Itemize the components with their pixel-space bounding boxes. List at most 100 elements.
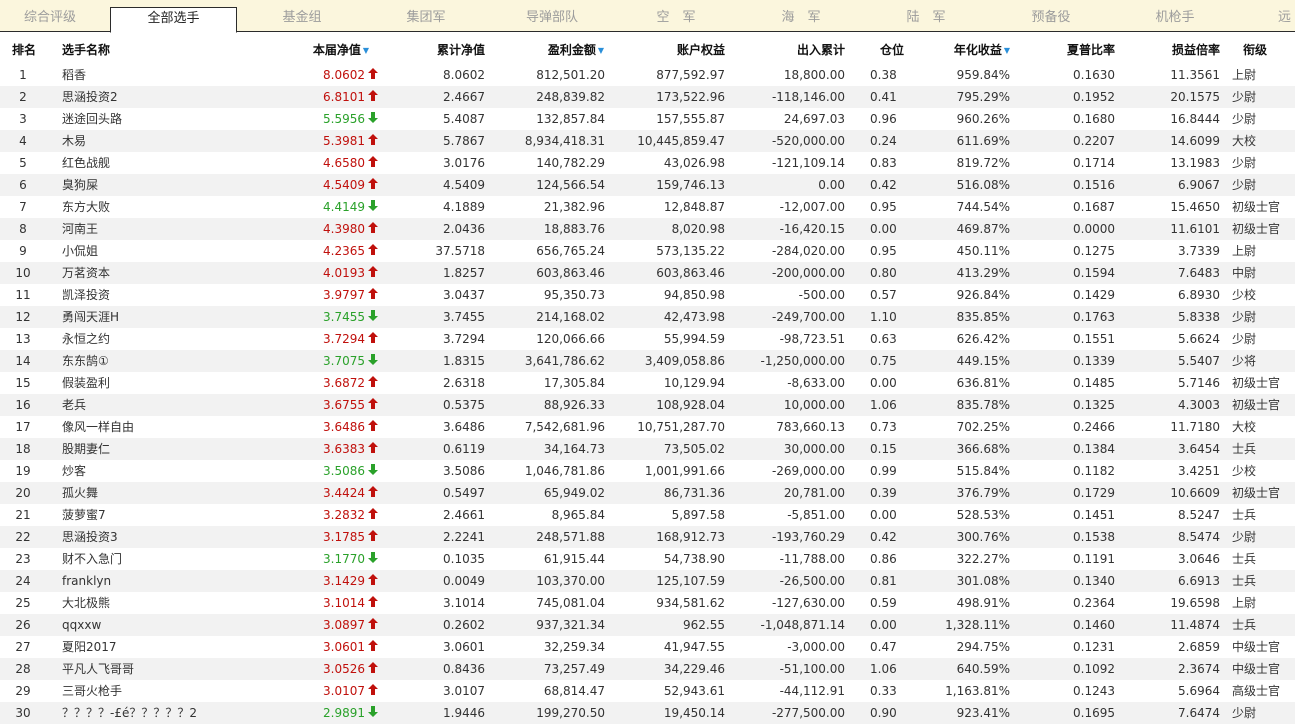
arrow-down-icon <box>367 702 379 724</box>
col-header-name[interactable]: 选手名称 <box>62 41 232 58</box>
player-name-link[interactable]: 臭狗屎 <box>62 174 232 196</box>
col-header-equity[interactable]: 账户权益 <box>610 41 725 58</box>
pl-ratio: 8.5247 <box>1178 508 1220 522</box>
player-name-link[interactable]: 红色战舰 <box>62 152 232 174</box>
position-ratio: 1.06 <box>870 662 897 676</box>
tab-army[interactable]: 陆 军 <box>906 7 946 32</box>
pl-ratio: 5.6964 <box>1178 684 1220 698</box>
tab-missile-force[interactable]: 导弹部队 <box>523 7 581 32</box>
table-row: 12 勇闯天涯H 3.7455 3.7455 214,168.02 42,473.98 -2… <box>0 306 1295 328</box>
player-name-link[interactable]: 稻香 <box>62 64 232 86</box>
account-equity: 10,751,287.70 <box>637 420 725 434</box>
pl-ratio: 13.1983 <box>1170 156 1220 170</box>
player-name-link[interactable]: 股期妻仁 <box>62 438 232 460</box>
arrow-down-icon <box>367 306 379 328</box>
col-header-pl-ratio[interactable]: 损益倍率 <box>1130 41 1220 58</box>
rank-cell: 12 <box>15 310 31 324</box>
player-name-link[interactable]: 河南王 <box>62 218 232 240</box>
player-name-link[interactable]: 老兵 <box>62 394 232 416</box>
player-name-link[interactable]: 迷途回头路 <box>62 108 232 130</box>
cumulative-nav: 3.0176 <box>443 156 485 170</box>
arrow-up-icon <box>367 240 379 262</box>
player-name-link[interactable]: 东方大败 <box>62 196 232 218</box>
col-header-net-flow[interactable]: 出入累计 <box>730 41 845 58</box>
player-name-link[interactable]: 万茗资本 <box>62 262 232 284</box>
player-name-link[interactable]: 永恒之约 <box>62 328 232 350</box>
tab-overall-rating[interactable]: 综合评级 <box>22 7 78 32</box>
arrow-up-icon <box>367 328 379 350</box>
nav-value: 3.7294 <box>323 332 365 346</box>
player-name-link[interactable]: 假装盈利 <box>62 372 232 394</box>
tab-machine-gunner[interactable]: 机枪手 <box>1153 7 1197 32</box>
tab-group-army[interactable]: 集团军 <box>404 7 448 32</box>
pl-ratio: 14.6099 <box>1170 134 1220 148</box>
nav-value: 5.3981 <box>323 134 365 148</box>
arrow-up-icon <box>367 394 379 416</box>
annual-return: 926.84% <box>956 288 1010 302</box>
tab-all-players[interactable]: 全部选手 <box>110 7 237 33</box>
player-name-link[interactable]: 东东鹄① <box>62 350 232 372</box>
col-header-profit[interactable]: 盈利金额 ▼ <box>490 41 604 58</box>
player-name-link[interactable]: 财不入急门 <box>62 548 232 570</box>
tab-overflow[interactable]: 远 <box>1278 7 1295 32</box>
cumulative-nav: 1.8315 <box>443 354 485 368</box>
profit-amount: 18,883.76 <box>543 222 605 236</box>
player-name-link[interactable]: qqxxw <box>62 614 232 636</box>
profit-amount: 32,259.34 <box>543 640 605 654</box>
pl-ratio: 16.8444 <box>1170 112 1220 126</box>
table-row: 16 老兵 3.6755 0.5375 88,926.33 108,928.04 10,00… <box>0 394 1295 416</box>
account-equity: 573,135.22 <box>656 244 725 258</box>
rank-cell: 16 <box>15 398 31 412</box>
player-name-link[interactable]: 思涵投资2 <box>62 86 232 108</box>
profit-amount: 34,164.73 <box>543 442 605 456</box>
rank-cell: 8 <box>19 222 27 236</box>
player-name-link[interactable]: 菠萝蜜7 <box>62 504 232 526</box>
table-row: 17 像风一样自由 3.6486 3.6486 7,542,681.96 10,751,2… <box>0 416 1295 438</box>
military-rank: 少尉 <box>1232 156 1257 170</box>
pl-ratio: 19.6598 <box>1170 596 1220 610</box>
col-header-nav[interactable]: 本届净值 ▼ <box>250 41 369 58</box>
player-name-link[interactable]: 炒客 <box>62 460 232 482</box>
col-header-annual-return[interactable]: 年化收益 ▼ <box>915 41 1010 58</box>
col-header-rank[interactable]: 排名 <box>0 41 48 58</box>
annual-return: 835.78% <box>956 398 1010 412</box>
net-flow: -193,760.29 <box>771 530 845 544</box>
tab-air-force[interactable]: 空 军 <box>656 7 696 32</box>
arrow-up-icon <box>367 592 379 614</box>
military-rank: 上尉 <box>1232 596 1257 610</box>
table-row: 11 凯泽投资 3.9797 3.0437 95,350.73 94,850.98 -500… <box>0 284 1295 306</box>
sharpe-ratio: 0.1551 <box>1073 332 1115 346</box>
player-name-link[interactable]: 像风一样自由 <box>62 416 232 438</box>
player-name-link[interactable]: ？？？？-£é？？？？？2 <box>62 702 232 724</box>
player-name-link[interactable]: 小侃姐 <box>62 240 232 262</box>
player-name-link[interactable]: 孤火舞 <box>62 482 232 504</box>
tab-fund-group[interactable]: 基金组 <box>280 7 324 32</box>
profit-amount: 103,370.00 <box>536 574 605 588</box>
military-rank: 少尉 <box>1232 310 1257 324</box>
position-ratio: 0.00 <box>870 376 897 390</box>
col-header-cumulative-nav[interactable]: 累计净值 <box>400 41 485 58</box>
player-name-link[interactable]: 思涵投资3 <box>62 526 232 548</box>
cumulative-nav: 2.2241 <box>443 530 485 544</box>
nav-value: 3.1429 <box>323 574 365 588</box>
player-name-link[interactable]: 木易 <box>62 130 232 152</box>
pl-ratio: 5.5407 <box>1178 354 1220 368</box>
col-header-sharpe[interactable]: 夏普比率 <box>1030 41 1115 58</box>
player-name-link[interactable]: 三哥火枪手 <box>62 680 232 702</box>
position-ratio: 0.33 <box>870 684 897 698</box>
col-header-military-rank[interactable]: 衔级 <box>1243 41 1295 58</box>
player-name-link[interactable]: franklyn <box>62 570 232 592</box>
player-name-link[interactable]: 平凡人飞哥哥 <box>62 658 232 680</box>
arrow-up-icon <box>367 614 379 636</box>
profit-amount: 7,542,681.96 <box>524 420 605 434</box>
player-name-link[interactable]: 夏阳2017 <box>62 636 232 658</box>
tab-reserve[interactable]: 预备役 <box>1029 7 1073 32</box>
player-name-link[interactable]: 大北极熊 <box>62 592 232 614</box>
account-equity: 1,001,991.66 <box>644 464 725 478</box>
tab-navy[interactable]: 海 军 <box>781 7 821 32</box>
player-name-link[interactable]: 凯泽投资 <box>62 284 232 306</box>
player-name-link[interactable]: 勇闯天涯H <box>62 306 232 328</box>
position-ratio: 1.10 <box>870 310 897 324</box>
net-flow: -520,000.00 <box>771 134 845 148</box>
sharpe-ratio: 0.1092 <box>1073 662 1115 676</box>
